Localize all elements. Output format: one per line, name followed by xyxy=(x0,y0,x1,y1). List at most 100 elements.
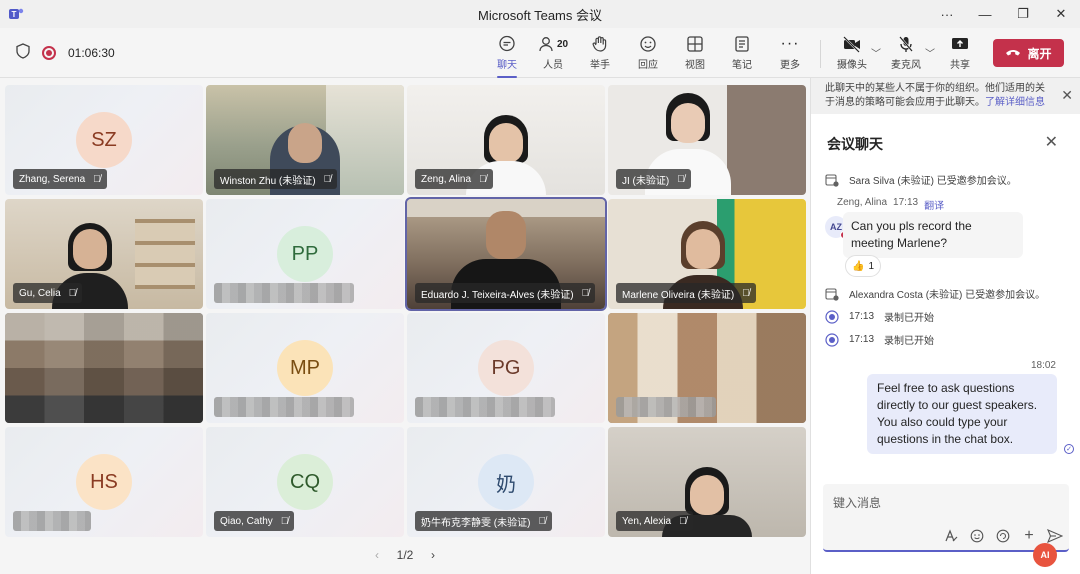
recording-event: 17:13 录制已开始 xyxy=(825,309,934,324)
participant-tile[interactable] xyxy=(5,313,203,423)
participant-tile[interactable]: PG xyxy=(407,313,605,423)
participant-face xyxy=(489,123,523,163)
mic-options-chevron-icon[interactable]: ﹀ xyxy=(925,45,935,60)
participant-tile[interactable] xyxy=(608,313,806,423)
participant-tile[interactable]: JI (未验证) 🎙̸ xyxy=(608,85,806,195)
outgoing-message[interactable]: Feel free to ask questions directly to o… xyxy=(867,374,1057,454)
camera-button[interactable]: 摄像头 xyxy=(832,34,872,74)
emoji-icon[interactable] xyxy=(969,528,985,544)
meeting-chat-panel: 此聊天中的某些人不属于你的组织。他们适用的关于消息的策略可能会应用于此聊天。了解… xyxy=(810,78,1080,574)
composer-placeholder[interactable]: 键入消息 xyxy=(833,494,881,511)
external-users-notice: 此聊天中的某些人不属于你的组织。他们适用的关于消息的策略可能会应用于此聊天。了解… xyxy=(811,78,1080,114)
reaction-count: 1 xyxy=(868,260,875,272)
mic-muted-icon: 🎙̸ xyxy=(323,173,332,185)
people-icon: 20 xyxy=(538,34,568,54)
mic-muted-icon: 🎙̸ xyxy=(581,287,590,299)
next-page-icon[interactable]: › xyxy=(431,548,435,562)
participant-tile[interactable]: HS xyxy=(5,427,203,537)
participant-tile[interactable]: Winston Zhu (未验证) 🎙̸ xyxy=(206,85,404,195)
participant-tile[interactable]: PP xyxy=(206,199,404,309)
camera-label: 摄像头 xyxy=(837,60,867,71)
participant-face xyxy=(288,123,322,163)
restore-icon[interactable]: ❐ xyxy=(1004,0,1042,28)
meeting-toolbar: 01:06:30 聊天 20 人员 举手 回应 视图 笔记 ··· 更多 摄像头… xyxy=(0,28,1080,78)
mic-muted-icon: 🎙̸ xyxy=(679,515,687,527)
event-text: 录制已开始 xyxy=(884,336,935,347)
message-composer[interactable]: 键入消息 + xyxy=(823,484,1069,552)
incoming-message[interactable]: Can you pls record the meeting Marlene? xyxy=(843,212,1023,258)
participant-tile[interactable]: Marlene Oliveira (未验证) 🎙̸ xyxy=(608,199,806,309)
smile-icon xyxy=(639,34,657,54)
participant-face xyxy=(671,103,705,143)
participant-tile[interactable]: SZ Zhang, Serena 🎙̸ xyxy=(5,85,203,195)
raise-hand-button[interactable]: 举手 xyxy=(580,34,620,74)
camera-options-chevron-icon[interactable]: ﹀ xyxy=(871,45,881,60)
avatar: 奶 xyxy=(478,454,534,510)
reaction-badge[interactable]: 👍 1 xyxy=(845,255,882,277)
gallery-pager: ‹ 1/2 › xyxy=(375,548,435,562)
notes-label: 笔记 xyxy=(732,60,752,71)
mic-off-icon xyxy=(897,34,915,54)
close-window-icon[interactable]: ✕ xyxy=(1042,0,1080,28)
more-icon: ··· xyxy=(780,35,800,52)
format-icon[interactable] xyxy=(943,528,959,544)
participant-name-chip xyxy=(415,397,555,417)
avatar: CQ xyxy=(277,454,333,510)
prev-page-icon[interactable]: ‹ xyxy=(375,548,379,562)
recording-icon xyxy=(825,309,839,324)
mic-muted-icon: 🎙̸ xyxy=(479,173,487,185)
message-time: 17:13 xyxy=(893,197,919,208)
learn-more-link[interactable]: 了解详细信息 xyxy=(985,97,1045,108)
participant-name: Winston Zhu (未验证) xyxy=(220,175,316,187)
camera-off-icon xyxy=(842,34,862,54)
dismiss-notice-icon[interactable]: ✕ xyxy=(1061,88,1073,102)
system-message-text: Alexandra Costa (未验证) 已受邀参加会议。 xyxy=(849,290,1046,301)
title-bar: T Microsoft Teams 会议 ··· — ❐ ✕ xyxy=(0,0,1080,28)
minimize-icon[interactable]: — xyxy=(966,0,1004,28)
participant-name-chip: Qiao, Cathy 🎙̸ xyxy=(214,511,295,531)
mic-muted-icon: 🎙̸ xyxy=(538,515,546,527)
more-button[interactable]: ··· 更多 xyxy=(770,34,810,74)
chat-button[interactable]: 聊天 xyxy=(487,34,527,78)
leave-button[interactable]: 离开 xyxy=(993,39,1064,67)
message-seen-icon: ✓ xyxy=(1064,444,1074,454)
participant-tile[interactable]: Yen, Alexia 🎙̸ xyxy=(608,427,806,537)
share-button[interactable]: 共享 xyxy=(940,34,980,74)
share-screen-icon xyxy=(950,34,970,54)
system-message: Sara Silva (未验证) 已受邀参加会议。 xyxy=(825,172,1017,187)
add-icon[interactable]: + xyxy=(1021,527,1037,544)
participant-tile[interactable]: Gu, Celia 🎙̸ xyxy=(5,199,203,309)
calendar-add-icon xyxy=(825,173,839,187)
notes-button[interactable]: 笔记 xyxy=(722,34,762,74)
loop-icon[interactable] xyxy=(995,528,1011,544)
ai-assistant-icon[interactable]: AI xyxy=(1033,543,1057,567)
participant-tile[interactable]: 奶 奶牛布克李静雯 (未验证) 🎙̸ xyxy=(407,427,605,537)
people-button[interactable]: 20 人员 xyxy=(533,34,573,74)
recording-indicator-icon xyxy=(42,45,56,60)
view-button[interactable]: 视图 xyxy=(675,34,715,74)
hang-up-icon xyxy=(1005,46,1021,60)
participant-tile[interactable]: Zeng, Alina 🎙̸ xyxy=(407,85,605,195)
participant-name-chip xyxy=(13,511,91,531)
participant-name-chip xyxy=(616,397,716,417)
message-author: Zeng, Alina xyxy=(837,197,888,208)
event-time: 17:13 xyxy=(849,311,875,322)
participant-name-chip xyxy=(214,283,354,303)
translate-link[interactable]: 翻译 xyxy=(924,197,944,212)
participant-tile[interactable]: CQ Qiao, Cathy 🎙̸ xyxy=(206,427,404,537)
avatar: MP xyxy=(277,340,333,396)
participant-tile[interactable]: MP xyxy=(206,313,404,423)
participant-name: 奶牛布克李静雯 (未验证) xyxy=(421,517,531,529)
shield-icon[interactable] xyxy=(16,43,30,62)
system-message: Alexandra Costa (未验证) 已受邀参加会议。 xyxy=(825,286,1045,301)
participant-name-chip: Winston Zhu (未验证) 🎙̸ xyxy=(214,169,338,189)
more-options-icon[interactable]: ··· xyxy=(928,0,966,28)
mic-button[interactable]: 麦克风 xyxy=(886,34,926,74)
participant-tile-speaking[interactable]: Eduardo J. Teixeira-Alves (未验证) 🎙̸ xyxy=(405,197,607,311)
participant-name: Eduardo J. Teixeira-Alves (未验证) xyxy=(421,289,574,301)
close-chat-icon[interactable]: ✕ xyxy=(1045,132,1058,152)
shelf-background xyxy=(135,219,195,289)
send-icon[interactable] xyxy=(1047,528,1063,544)
react-button[interactable]: 回应 xyxy=(628,34,668,74)
event-time: 17:13 xyxy=(849,334,875,345)
